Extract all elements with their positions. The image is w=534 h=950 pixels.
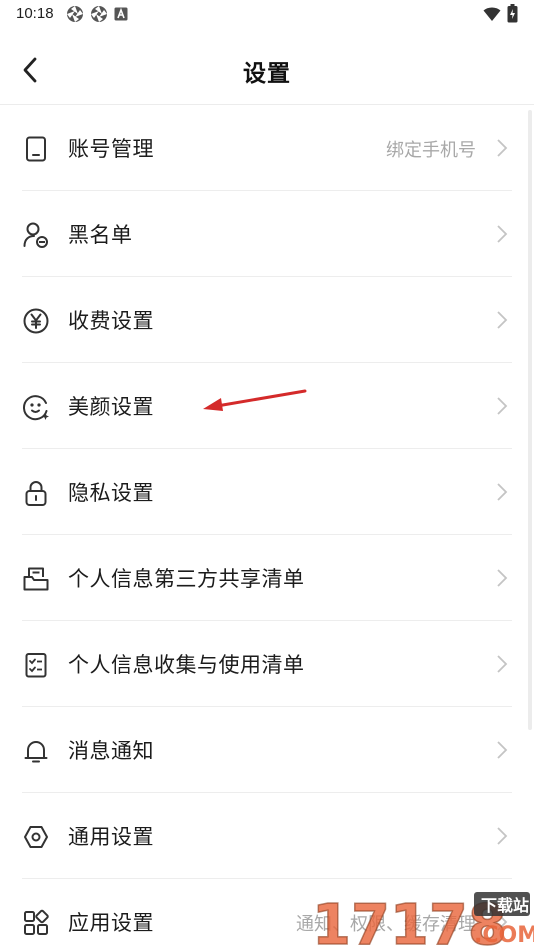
settings-item-label: 收费设置 [68,309,154,333]
svg-text:.COM: .COM [474,923,534,948]
camera-shutter-icon [67,6,83,22]
chevron-right-icon [497,569,508,587]
chevron-right-icon [497,483,508,501]
settings-list: 账号管理 绑定手机号 黑名单 收费设置 美颜设置 隐私设置 个人信息第三方共享清… [0,105,534,950]
status-bar: 10:18 [0,0,534,30]
settings-item-third-party-sharing[interactable]: 个人信息第三方共享清单 [0,535,534,621]
settings-item-label: 消息通知 [68,739,154,763]
settings-item-label: 黑名单 [68,223,133,247]
face-beauty-icon [23,395,49,421]
status-icons-right [483,4,518,23]
status-icons-left [66,5,128,23]
annotation-arrow-icon [203,389,307,411]
phone-icon [26,136,46,162]
settings-item-value: 绑定手机号 [386,140,476,161]
settings-item-data-collection[interactable]: 个人信息收集与使用清单 [0,621,534,707]
settings-item-label: 应用设置 [68,911,154,935]
settings-item-general[interactable]: 通用设置 [0,793,534,879]
settings-item-fees[interactable]: 收费设置 [0,277,534,363]
lock-icon [25,481,47,506]
settings-item-label: 美颜设置 [68,395,154,419]
camera-shutter-icon [91,6,107,22]
chevron-right-icon [497,397,508,415]
settings-item-label: 账号管理 [68,137,154,161]
bell-icon [24,741,48,763]
settings-item-label: 通用设置 [68,825,154,849]
status-time: 10:18 [16,5,54,22]
user-block-icon [23,222,48,248]
settings-item-privacy[interactable]: 隐私设置 [0,449,534,535]
chevron-right-icon [497,655,508,673]
wifi-icon [483,7,501,21]
scrollbar[interactable] [528,110,532,730]
settings-item-label: 隐私设置 [68,481,154,505]
chevron-right-icon [497,741,508,759]
settings-item-notifications[interactable]: 消息通知 [0,707,534,793]
settings-item-label: 个人信息收集与使用清单 [68,653,305,677]
chevron-right-icon [497,139,508,157]
svg-text:下载站: 下载站 [481,896,529,915]
battery-charging-icon [507,4,518,23]
settings-item-blacklist[interactable]: 黑名单 [0,191,534,277]
header: 设置 [0,38,534,104]
share-list-icon [23,567,49,591]
chevron-right-icon [497,827,508,845]
settings-item-label: 个人信息第三方共享清单 [68,567,305,591]
settings-hexagon-icon [24,826,48,848]
yen-icon [23,308,49,334]
notification-a-icon [114,7,128,21]
apps-grid-icon [24,909,49,935]
checklist-icon [25,653,47,678]
watermark-logo: 17178 下载站 .COM [310,886,534,950]
chevron-right-icon [497,225,508,243]
settings-item-account[interactable]: 账号管理 绑定手机号 [0,105,534,191]
chevron-right-icon [497,311,508,329]
page-title: 设置 [243,61,291,87]
